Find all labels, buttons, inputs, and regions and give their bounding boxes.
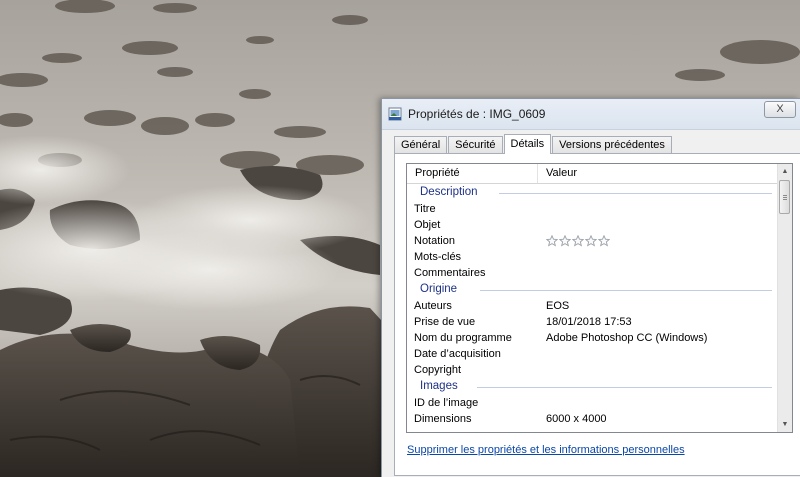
- property-row-prise-de-vue[interactable]: Prise de vue 18/01/2018 17:53: [407, 314, 778, 330]
- property-name: Auteurs: [414, 300, 452, 312]
- properties-window: Propriétés de : IMG_0609 X Général Sécur…: [381, 98, 800, 477]
- tab-security[interactable]: Sécurité: [448, 136, 503, 153]
- tab-details[interactable]: Détails: [503, 134, 552, 154]
- group-title: Origine: [420, 283, 458, 295]
- property-name: ID de l’image: [414, 397, 479, 409]
- property-row-date-acquisition[interactable]: Date d’acquisition: [407, 346, 778, 362]
- group-title: Description: [420, 186, 478, 198]
- property-name: Objet: [414, 219, 441, 231]
- tab-strip: Général Sécurité Détails Versions précéd…: [394, 134, 673, 154]
- group-heading-origine: Origine: [407, 281, 778, 298]
- property-name: Dimensions: [414, 413, 472, 425]
- grip-line: [783, 197, 787, 198]
- grip-line: [783, 195, 787, 196]
- property-rows: Description Titre Objet Notation Mots-cl…: [407, 184, 778, 427]
- group-heading-images: Images: [407, 378, 778, 395]
- property-value: 6000 x 4000: [546, 413, 607, 425]
- property-row-notation[interactable]: Notation: [407, 233, 778, 249]
- star-icon[interactable]: [585, 235, 597, 247]
- scrollbar-thumb[interactable]: [779, 180, 790, 214]
- property-row-programme[interactable]: Nom du programme Adobe Photoshop CC (Win…: [407, 330, 778, 346]
- property-list[interactable]: Propriété Valeur Description Titre Objet: [406, 163, 793, 433]
- star-icon[interactable]: [559, 235, 571, 247]
- property-name: Date d’acquisition: [414, 348, 501, 360]
- group-heading-description: Description: [407, 184, 778, 201]
- property-row-objet[interactable]: Objet: [407, 217, 778, 233]
- star-icon[interactable]: [546, 235, 558, 247]
- star-icon[interactable]: [598, 235, 610, 247]
- grip-line: [783, 199, 787, 200]
- property-row-mots-cles[interactable]: Mots-clés: [407, 249, 778, 265]
- remove-properties-link[interactable]: Supprimer les propriétés et les informat…: [407, 444, 685, 456]
- property-name: Nom du programme: [414, 332, 512, 344]
- property-value: Adobe Photoshop CC (Windows): [546, 332, 708, 344]
- title-bar[interactable]: Propriétés de : IMG_0609 X: [382, 99, 800, 130]
- property-name: Copyright: [414, 364, 462, 376]
- rating-stars[interactable]: [546, 235, 611, 247]
- property-row-titre[interactable]: Titre: [407, 201, 778, 217]
- property-row-commentaires[interactable]: Commentaires: [407, 265, 778, 281]
- scroll-up-arrow-icon[interactable]: ▲: [778, 164, 792, 179]
- close-button[interactable]: X: [764, 101, 796, 118]
- property-name: Mots-clés: [414, 251, 462, 263]
- property-row-id-image[interactable]: ID de l’image: [407, 395, 778, 411]
- property-name: Prise de vue: [414, 316, 476, 328]
- column-header-property[interactable]: Propriété: [407, 164, 538, 183]
- image-file-icon: [388, 107, 402, 121]
- group-divider: [480, 290, 772, 291]
- vertical-scrollbar[interactable]: ▲ ▼: [777, 164, 792, 432]
- group-title: Images: [420, 380, 458, 392]
- property-row-dimensions[interactable]: Dimensions 6000 x 4000: [407, 411, 778, 427]
- list-header: Propriété Valeur: [407, 164, 778, 184]
- property-name: Notation: [414, 235, 455, 247]
- tab-previous-versions[interactable]: Versions précédentes: [552, 136, 672, 153]
- property-row-copyright[interactable]: Copyright: [407, 362, 778, 378]
- group-divider: [499, 193, 772, 194]
- property-value: 18/01/2018 17:53: [546, 316, 632, 328]
- property-name: Titre: [414, 203, 436, 215]
- star-icon[interactable]: [572, 235, 584, 247]
- tab-general[interactable]: Général: [394, 136, 448, 153]
- property-name: Commentaires: [414, 267, 486, 279]
- column-header-value[interactable]: Valeur: [538, 164, 778, 183]
- scroll-down-arrow-icon[interactable]: ▼: [778, 417, 792, 432]
- property-row-auteurs[interactable]: Auteurs EOS: [407, 298, 778, 314]
- window-title: Propriétés de : IMG_0609: [408, 107, 546, 121]
- group-divider: [477, 387, 772, 388]
- details-panel: Propriété Valeur Description Titre Objet: [394, 153, 800, 476]
- property-value: EOS: [546, 300, 570, 312]
